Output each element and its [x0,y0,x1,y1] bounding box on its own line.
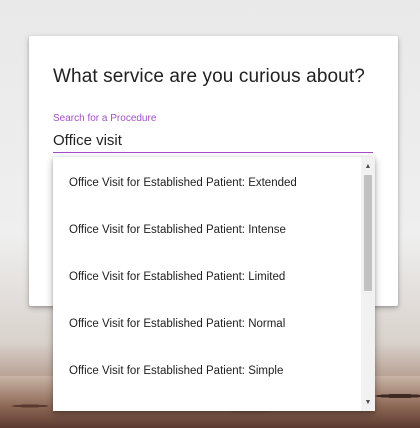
scroll-up-arrow-icon[interactable]: ▲ [361,159,375,173]
dropdown-scrollbar[interactable]: ▲ ▼ [361,157,375,411]
dropdown-option[interactable]: Office Visit for Established Patient: Si… [53,347,359,394]
dropdown-option[interactable]: Office Visit for Established Patient: No… [53,300,359,347]
card-title: What service are you curious about? [53,66,365,87]
scrollbar-thumb[interactable] [364,175,372,291]
scroll-down-arrow-icon[interactable]: ▼ [361,395,375,409]
procedure-search-input[interactable] [53,128,373,153]
search-field-label: Search for a Procedure [53,113,157,124]
autocomplete-dropdown: Office Visit for Established Patient: Ex… [53,157,375,411]
dropdown-option[interactable]: Office Visit for Established Patient: Ex… [53,159,359,206]
dropdown-option[interactable]: Office Visit for Established Patient: In… [53,206,359,253]
dropdown-option[interactable]: Office Visit for Established Patient: Li… [53,253,359,300]
